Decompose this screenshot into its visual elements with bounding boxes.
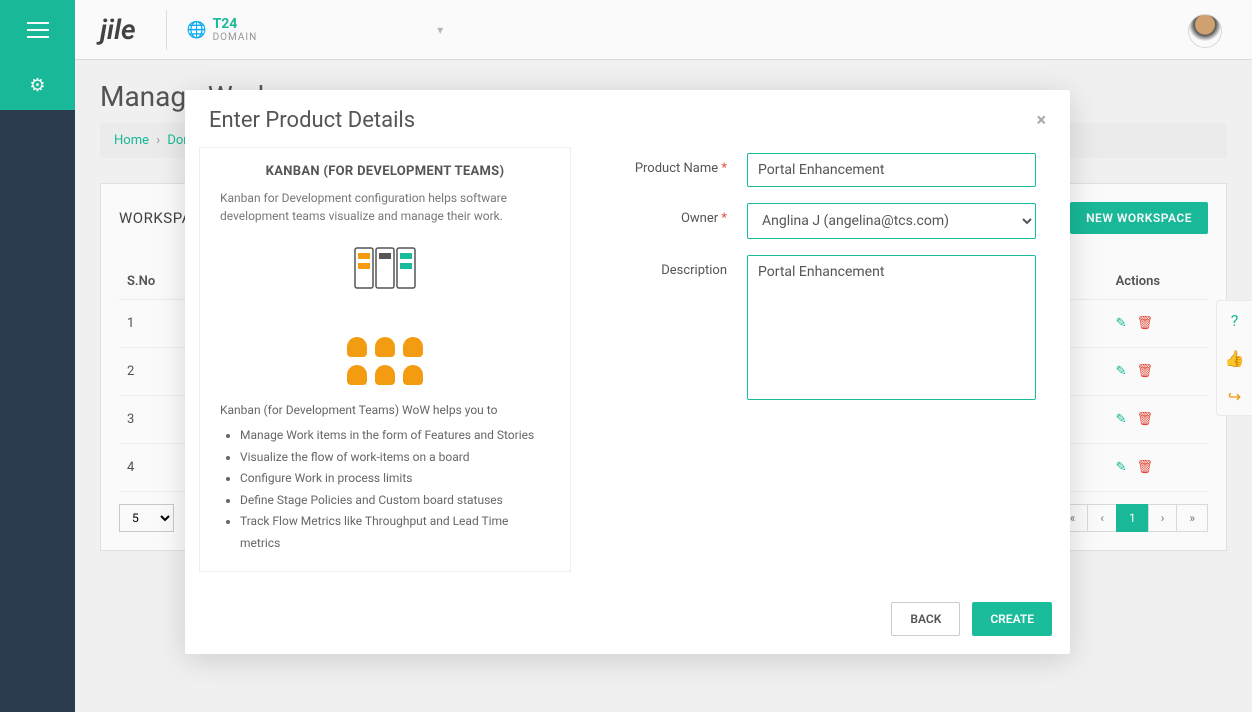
- create-button[interactable]: CREATE: [972, 602, 1052, 636]
- description-textarea[interactable]: Portal Enhancement: [747, 255, 1036, 400]
- help-bullet: Track Flow Metrics like Throughput and L…: [240, 511, 550, 554]
- team-illustration: [340, 337, 430, 385]
- kanban-info-panel: KANBAN (FOR DEVELOPMENT TEAMS) Kanban fo…: [199, 147, 571, 572]
- close-icon[interactable]: ×: [1036, 110, 1046, 131]
- owner-label: Owner: [681, 211, 718, 226]
- kanban-heading: KANBAN (FOR DEVELOPMENT TEAMS): [220, 164, 550, 179]
- back-button[interactable]: BACK: [891, 602, 960, 636]
- help-bullet: Define Stage Policies and Custom board s…: [240, 490, 550, 512]
- modal-title: Enter Product Details: [209, 108, 415, 133]
- product-name-label: Product Name: [635, 161, 718, 176]
- product-details-modal: Enter Product Details × KANBAN (FOR DEVE…: [185, 90, 1070, 654]
- kanban-board-icon: [220, 243, 550, 307]
- help-bullet: Manage Work items in the form of Feature…: [240, 425, 550, 447]
- help-bullet: Configure Work in process limits: [240, 468, 550, 490]
- kanban-desc: Kanban for Development configuration hel…: [220, 189, 550, 225]
- description-label: Description: [661, 263, 727, 278]
- help-bullet: Visualize the flow of work-items on a bo…: [240, 447, 550, 469]
- help-intro: Kanban (for Development Teams) WoW helps…: [220, 403, 550, 417]
- product-name-input[interactable]: [747, 153, 1036, 187]
- product-form: Product Name * Owner * Anglina J (angeli…: [587, 147, 1056, 572]
- owner-select[interactable]: Anglina J (angelina@tcs.com): [747, 203, 1036, 239]
